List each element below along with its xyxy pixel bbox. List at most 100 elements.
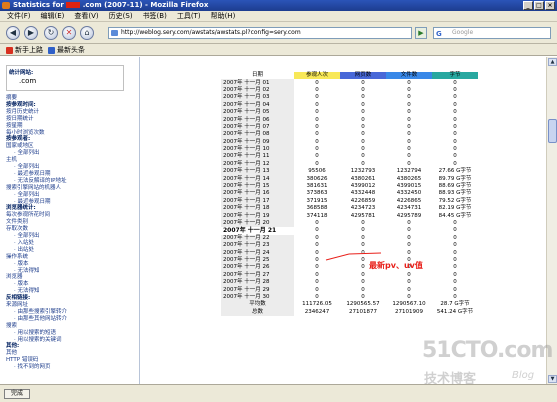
menu-link[interactable]: · 入站处 xyxy=(14,240,34,246)
menu-section-heading: 按参观时间: xyxy=(6,102,36,108)
maximize-button[interactable]: □ xyxy=(534,1,544,10)
vertical-scrollbar[interactable]: ▲ ▼ xyxy=(546,57,557,384)
menu-link-label: 每次参观所花时间 xyxy=(6,212,51,219)
menu-link-label: 其他: xyxy=(6,343,20,350)
menu-link[interactable]: 按日期统计 xyxy=(6,116,34,122)
bookmark-latest-headlines[interactable]: 最新头条 xyxy=(48,44,85,56)
close-button[interactable]: × xyxy=(545,1,555,10)
menu-item[interactable]: 工具(T) xyxy=(177,11,201,21)
menu-link[interactable]: 按月历史统计 xyxy=(6,109,39,115)
scroll-down-icon[interactable]: ▼ xyxy=(548,375,557,383)
menu-link[interactable]: · 版本 xyxy=(14,281,29,287)
menu-link-label: 无法得知 xyxy=(17,267,40,274)
menu-link-label: 版本 xyxy=(17,260,29,267)
annotation-text: 最新pv、uv值 xyxy=(369,261,423,270)
menu-link-label: 最近参观日期 xyxy=(17,170,51,177)
menu-link[interactable]: 文件类别 xyxy=(6,219,28,225)
redacted-domain xyxy=(66,2,81,8)
menu-link-label: 文件类别 xyxy=(6,219,29,226)
menu-link[interactable]: · 用以搜索的关键词 xyxy=(14,337,62,343)
menu-link[interactable]: · 最近参观日期 xyxy=(14,199,51,205)
menu-link[interactable]: · 无法得知 xyxy=(14,288,40,294)
menu-link-label: 主机 xyxy=(6,157,18,164)
url-text: http://weblog.sery.com/awstats/awstats.p… xyxy=(121,29,301,36)
menu-link[interactable]: · 出站处 xyxy=(14,247,34,253)
menu-link-label: 浏览器 xyxy=(6,274,23,281)
scrollbar-thumb[interactable] xyxy=(548,119,557,143)
menu-link-label: 用以搜索的短语 xyxy=(17,329,57,336)
window-title-prefix: Statistics for xyxy=(13,1,64,9)
bookmark-getting-started[interactable]: 新手上路 xyxy=(6,44,43,56)
minimize-button[interactable]: _ xyxy=(523,1,533,10)
menu-link[interactable]: · 无法得知 xyxy=(14,268,40,274)
site-favicon-icon xyxy=(111,30,118,36)
bookmark-label: 新手上路 xyxy=(15,46,43,54)
menu-link[interactable]: 操作系统 xyxy=(6,254,28,260)
menu-link-label: 版本 xyxy=(17,281,29,288)
site-value: .com xyxy=(19,77,37,85)
menu-link[interactable]: · 全部列出 xyxy=(14,164,40,170)
menu-link[interactable]: · 版本 xyxy=(14,261,29,267)
menu-link-label: 按参观时间: xyxy=(6,101,36,108)
menu-link[interactable]: 存取次数 xyxy=(6,226,28,232)
menu-link-label: 入站处 xyxy=(17,239,35,246)
google-icon: G xyxy=(436,30,442,38)
menu-item[interactable]: 文件(F) xyxy=(7,11,31,21)
menu-link-label: 由那些其他网站转介 xyxy=(17,315,68,322)
main-content: 日期 参观人次 网页数 文件数 字节 2007年 十一月 01 0 0 0 0 2007年 十一月… xyxy=(141,57,546,384)
menu-link[interactable]: · 全部列出 xyxy=(14,192,40,198)
menu-link[interactable]: 搜索引擎网站的机器人 xyxy=(6,185,61,191)
menu-link-label: 按星期 xyxy=(6,122,23,129)
menu-link[interactable]: 主机 xyxy=(6,157,17,163)
menu-link[interactable]: 其他 xyxy=(6,350,17,356)
menu-bar: 文件(F) 编辑(E) 查看(V) 历史(S) 书签(B) 工具(T) 帮助(H) xyxy=(0,11,557,22)
menu-link-label: 出站处 xyxy=(17,246,35,253)
menu-link[interactable]: · 由那些搜索引擎转介 xyxy=(14,309,67,315)
menu-link[interactable]: · 最近参观日期 xyxy=(14,171,51,177)
scroll-up-icon[interactable]: ▲ xyxy=(548,58,557,66)
menu-link[interactable]: · 用以搜索的短语 xyxy=(14,330,56,336)
menu-link[interactable]: · 无法反解译的IP地址 xyxy=(14,178,66,184)
menu-link[interactable]: 每小时浏览次数 xyxy=(6,130,45,136)
firefox-icon xyxy=(2,2,10,9)
menu-link[interactable]: HTTP 错误码 xyxy=(6,357,38,363)
menu-item[interactable]: 查看(V) xyxy=(74,11,98,21)
menu-link[interactable]: 搜索 xyxy=(6,323,17,329)
menu-link-label: 存取次数 xyxy=(6,226,29,233)
menu-item[interactable]: 历史(S) xyxy=(109,11,133,21)
window-title-suffix: .com (2007-11) - Mozilla Firefox xyxy=(82,1,209,9)
menu-link-label: 由那些搜索引擎转介 xyxy=(17,308,68,315)
menu-link[interactable]: 浏览器 xyxy=(6,274,23,280)
menu-item[interactable]: 帮助(H) xyxy=(211,11,236,21)
menu-link[interactable]: 摘要 xyxy=(6,95,17,101)
menu-section-heading: 其他: xyxy=(6,343,19,349)
url-bar[interactable]: http://weblog.sery.com/awstats/awstats.p… xyxy=(108,27,412,39)
menu-link-label: 用以搜索的关键词 xyxy=(17,336,62,343)
menu-link[interactable]: · 找不到的网页 xyxy=(14,364,51,370)
menu-item[interactable]: 书签(B) xyxy=(143,11,167,21)
rss-icon xyxy=(48,46,55,54)
menu-link[interactable]: 国家或地区 xyxy=(6,143,34,149)
menu-link-label: 来源网址 xyxy=(6,302,29,308)
menu-link-label: 国家或地区 xyxy=(6,143,34,150)
bookmarks-toolbar: 新手上路 最新头条 xyxy=(0,44,557,56)
menu-link-label: 搜索 xyxy=(6,322,18,329)
menu-link[interactable]: 按星期 xyxy=(6,123,23,129)
reload-icon[interactable]: ↻ xyxy=(44,26,58,40)
go-button[interactable]: ▶ xyxy=(415,27,427,39)
menu-link[interactable]: · 全部列出 xyxy=(14,150,40,156)
stop-icon[interactable]: ✕ xyxy=(62,26,76,40)
menu-item[interactable]: 编辑(E) xyxy=(41,11,65,21)
back-arrow-icon[interactable]: ◀ xyxy=(6,26,20,40)
menu-link[interactable]: 每次参观所花时间 xyxy=(6,212,50,218)
forward-arrow-icon[interactable]: ▶ xyxy=(24,26,38,40)
menu-link[interactable]: 来源网址 xyxy=(6,302,28,308)
bookmark-label: 最新头条 xyxy=(57,46,85,54)
menu-link[interactable]: · 由那些其他网站转介 xyxy=(14,316,67,322)
menu-link-label: HTTP 错误码 xyxy=(6,357,39,364)
menu-link[interactable]: · 全部列出 xyxy=(14,233,40,239)
home-icon[interactable]: ⌂ xyxy=(80,26,94,40)
watermark-51cto: 51CTO.com xyxy=(422,338,553,363)
search-input[interactable]: G Google xyxy=(433,27,551,39)
annotation-arrow xyxy=(325,252,382,261)
